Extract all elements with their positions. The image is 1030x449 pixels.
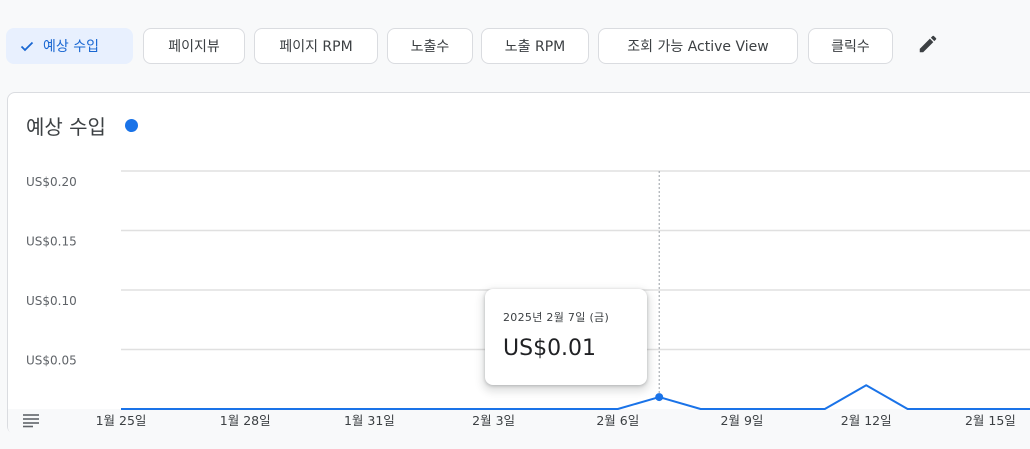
menu-lines-icon[interactable] [22,412,40,428]
metric-chip-bar: 예상 수입 페이지뷰 페이지 RPM 노출수 노출 RPM 조회 가능 Acti… [6,28,1030,64]
chip-page-rpm[interactable]: 페이지 RPM [254,28,378,64]
chip-label: 노출 RPM [504,39,566,55]
chip-label: 클릭수 [831,39,870,55]
revenue-chart-card: 예상 수입 US$0.05 US$0.10 US$0.15 US$0.20 1월 25일… [7,92,1030,435]
pencil-icon [917,33,939,59]
chip-clicks[interactable]: 클릭수 [808,28,893,64]
x-tick-label: 2월 9일 [721,413,764,428]
chip-label: 페이지 RPM [279,39,353,55]
check-icon [19,38,35,54]
x-tick-label: 2월 12일 [841,413,892,428]
x-tick-label: 2월 6일 [596,413,639,428]
edit-metrics-button[interactable] [910,28,946,64]
x-tick-label: 1월 28일 [220,413,271,428]
series-line [121,384,1030,410]
chip-estimated-revenue[interactable]: 예상 수입 [6,28,133,64]
y-tick-label: US$0.05 [26,354,77,368]
chip-impression-rpm[interactable]: 노출 RPM [481,28,589,64]
chip-label: 예상 수입 [43,39,99,55]
chip-label: 조회 가능 Active View [627,39,769,55]
y-tick-label: US$0.20 [26,175,77,189]
tooltip-date: 2025년 2월 7일 (금) [503,311,610,324]
chip-active-view-viewable[interactable]: 조회 가능 Active View [598,28,798,64]
y-tick-label: US$0.10 [26,294,77,308]
chip-pageviews[interactable]: 페이지뷰 [143,28,245,64]
chip-label: 페이지뷰 [168,39,220,55]
tooltip-value: US$0.01 [503,336,597,361]
x-tick-label: 1월 25일 [96,413,147,428]
chip-label: 노출수 [410,39,450,55]
x-tick-label: 2월 15일 [965,413,1016,428]
y-tick-label: US$0.15 [26,235,77,249]
x-tick-label: 2월 3일 [472,413,515,428]
x-tick-label: 1월 31일 [344,413,395,428]
chip-impressions[interactable]: 노출수 [387,28,473,64]
highlight-point [655,393,664,402]
data-tooltip: 2025년 2월 7일 (금) US$0.01 [485,289,647,385]
